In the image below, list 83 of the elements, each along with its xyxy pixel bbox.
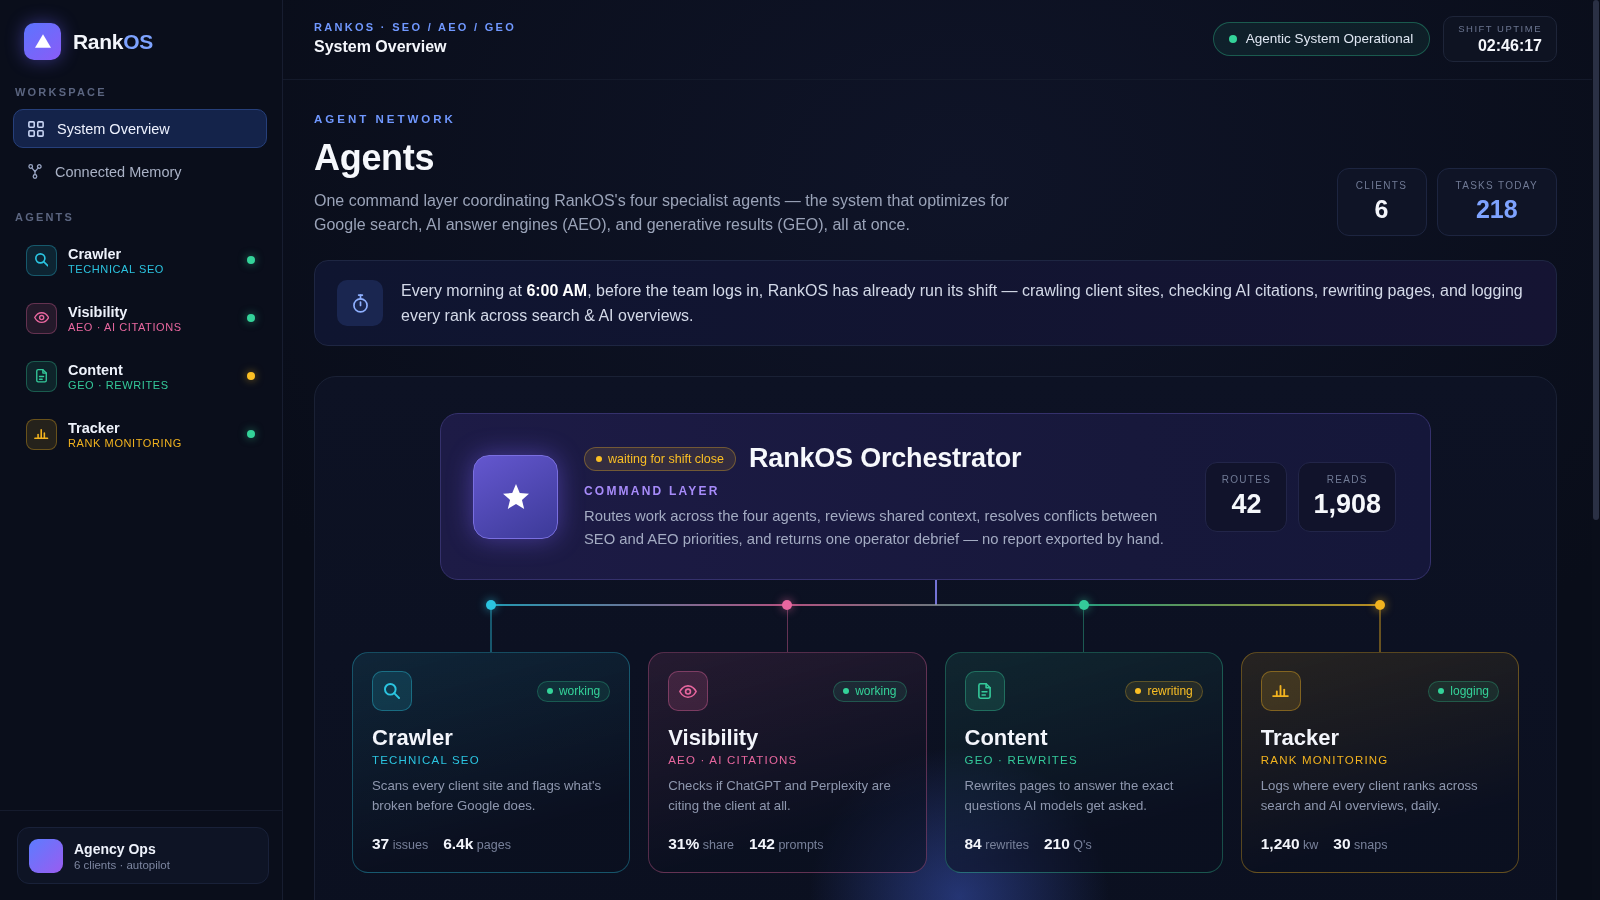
account-detail: 6 clients · autopilot xyxy=(74,858,170,871)
status-label: working xyxy=(558,684,601,698)
stat-value: 1,908 xyxy=(1313,488,1381,520)
orchestrator-description: Routes work across the four agents, reviews shared context, resolves conflicts between SEO and AEO priorities, and returns one operator debrief — no report exported by hand. xyxy=(584,507,1165,549)
agent-role: TECHNICAL SEO xyxy=(68,262,165,275)
avatar-icon xyxy=(29,838,63,873)
agent-description: Rewrites pages to answer the exact questions AI models get asked. xyxy=(964,777,1175,815)
stat-label: READS xyxy=(1326,473,1368,485)
agent-role: RANK MONITORING xyxy=(1260,754,1389,766)
callout-text: Every morning at 6:00 AM, before the team logs in, RankOS has already run its shift — crawling client sites, checking AI citations, rewriting pages, and logging every rank across search & AI overviews. xyxy=(401,281,1524,326)
agent-name[interactable]: Tracker xyxy=(68,419,120,436)
connector-line xyxy=(786,610,789,652)
stat-label: TASKS TODAY xyxy=(1455,180,1538,191)
nav-item[interactable]: System Overview xyxy=(13,109,267,148)
agent-name: Tracker xyxy=(1260,725,1340,751)
section-description: One command layer coordinating RankOS's four specialist agents — the system that optimizes for Google search, AI answer engines (AEO), and generative results (GEO), all at once. xyxy=(314,191,1010,235)
metric: 6.4k pages xyxy=(443,835,511,853)
stat-value: 218 xyxy=(1475,195,1518,224)
agent-role: RANK MONITORING xyxy=(68,436,182,449)
logo-icon xyxy=(24,23,61,60)
search-icon xyxy=(372,671,412,711)
search-icon xyxy=(26,244,57,276)
status-label: waiting for shift close xyxy=(608,451,725,466)
metric: 30 snaps xyxy=(1333,835,1388,853)
metric: 142 prompts xyxy=(749,835,824,853)
agent-name: Visibility xyxy=(668,725,759,751)
metric: 1,240 kw xyxy=(1260,835,1319,853)
bar-chart-icon xyxy=(26,418,57,450)
agent-name: Crawler xyxy=(372,725,453,751)
section-heading: WORKSPACE xyxy=(14,86,107,98)
eye-icon xyxy=(668,671,709,711)
document-icon xyxy=(964,671,1005,711)
stat-value: 6 xyxy=(1374,195,1389,224)
agent-role: GEO · REWRITES xyxy=(68,378,169,391)
stat-label: CLIENTS xyxy=(1355,180,1408,191)
orchestrator-role: COMMAND LAYER xyxy=(584,484,721,498)
orchestrator-name: RankOS Orchestrator xyxy=(749,443,1022,474)
stat-label: ROUTES xyxy=(1221,473,1272,485)
connector-line xyxy=(1379,610,1381,652)
connector-line xyxy=(490,610,492,652)
uptime-value: 02:46:17 xyxy=(1477,36,1542,55)
section-eyebrow: AGENT NETWORK xyxy=(314,113,457,125)
agent-description: Checks if ChatGPT and Perplexity are citing the client at all. xyxy=(668,777,892,815)
bar-chart-icon xyxy=(1260,671,1301,711)
agent-role: GEO · REWRITES xyxy=(964,754,1078,766)
section-title: Agents xyxy=(314,137,436,179)
agent-role: AEO · AI CITATIONS xyxy=(68,320,182,333)
agent-description: Logs where every client ranks across search and AI overviews, daily. xyxy=(1260,777,1479,815)
account-card[interactable]: Agency Ops 6 clients · autopilot xyxy=(17,827,269,884)
account-name: Agency Ops xyxy=(74,840,157,857)
agent-description: Scans every client site and flags what's broken before Google does. xyxy=(372,777,603,815)
document-icon xyxy=(26,360,57,392)
agent-role: AEO · AI CITATIONS xyxy=(668,754,798,766)
agent-name[interactable]: Visibility xyxy=(68,303,128,320)
section-heading: AGENTS xyxy=(14,211,75,223)
status-label: logging xyxy=(1450,684,1489,698)
agent-role: TECHNICAL SEO xyxy=(372,754,480,766)
agent-card[interactable]: working Visibility AEO · AI CITATIONS Checks if ChatGPT and Perplexity are citing the client at all. 31% share 142 prompts xyxy=(648,652,927,873)
agent-card[interactable]: rewriting Content GEO · REWRITES Rewrites pages to answer the exact questions AI models get asked. 84 rewrites 210 Q's xyxy=(944,652,1223,873)
agent-card[interactable]: logging Tracker RANK MONITORING Logs where every client ranks across search and AI overviews, daily. 1,240 kw 30 snaps xyxy=(1240,652,1519,873)
agent-name: Content xyxy=(964,725,1048,751)
eye-icon xyxy=(26,302,57,334)
stopwatch-icon xyxy=(337,280,383,326)
status-label: Agentic System Operational xyxy=(1245,31,1414,46)
uptime-label: SHIFT UPTIME xyxy=(1458,22,1542,34)
metric: 37 issues xyxy=(372,835,429,853)
breadcrumb: RANKOS · SEO / AEO / GEO xyxy=(314,20,517,33)
agent-name[interactable]: Content xyxy=(68,361,123,378)
metric: 210 Q's xyxy=(1044,835,1092,853)
connector-line xyxy=(1082,610,1085,652)
stat-value: 42 xyxy=(1231,488,1262,520)
brand-name[interactable]: RankOS xyxy=(73,29,153,54)
agent-card[interactable]: working Crawler TECHNICAL SEO Scans every client site and flags what's broken before Google does. 37 issues 6.4k pages xyxy=(352,652,631,873)
status-label: working xyxy=(855,684,897,698)
status-label: rewriting xyxy=(1147,684,1193,698)
page-title: System Overview xyxy=(314,37,448,56)
metric: 31% share xyxy=(668,835,735,853)
agent-name[interactable]: Crawler xyxy=(68,245,122,262)
nav-item[interactable]: Connected Memory xyxy=(13,152,267,191)
nodes-icon xyxy=(28,164,42,179)
grid-icon xyxy=(28,120,44,137)
metric: 84 rewrites xyxy=(964,835,1029,853)
scrollbar-thumb[interactable] xyxy=(1593,0,1599,520)
